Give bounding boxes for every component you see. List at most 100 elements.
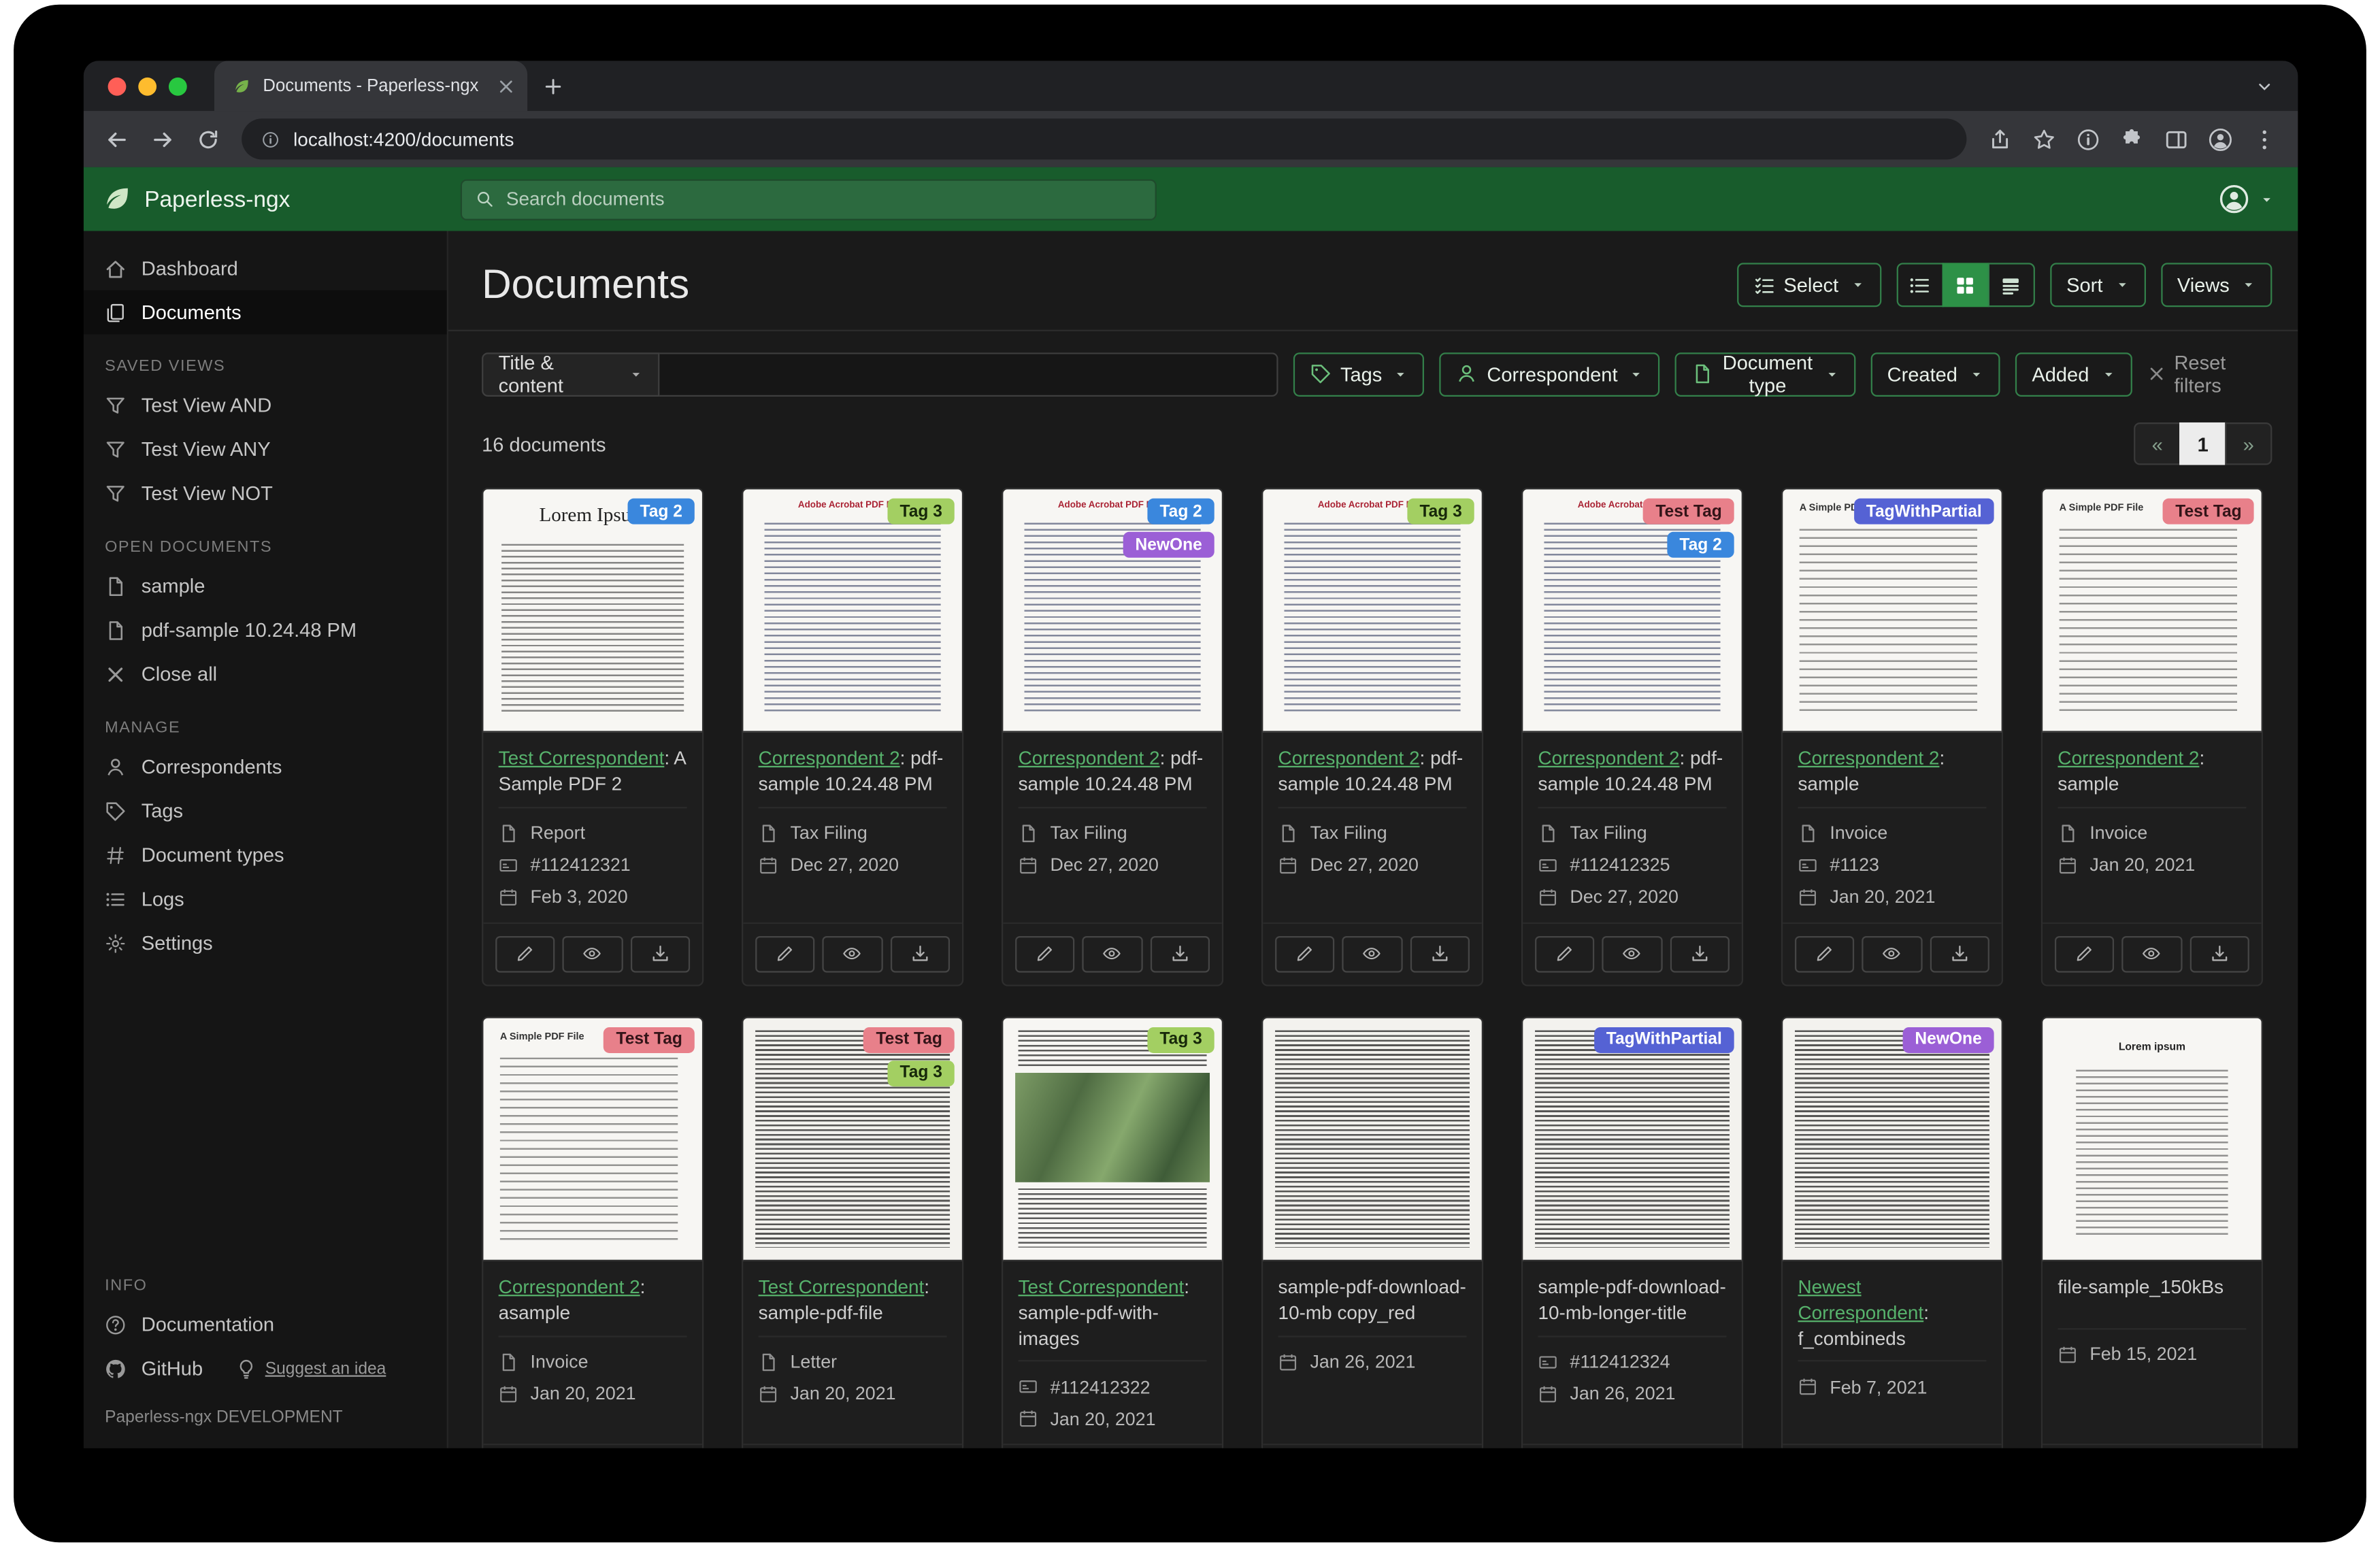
view-button[interactable] [2122,935,2182,972]
correspondent-link[interactable]: Test Correspondent [759,1276,925,1297]
edit-button[interactable] [1795,935,1855,972]
correspondent-link[interactable]: Correspondent 2 [1019,748,1160,769]
views-button[interactable]: Views [2160,263,2272,307]
search-field-dropdown[interactable]: Title & content [482,352,660,396]
sidebar-item-pdf-sample-10-24-48-pm[interactable]: pdf-sample 10.24.48 PM [84,608,447,652]
document-thumbnail[interactable] [1263,1018,1482,1261]
tag-badge[interactable]: NewOne [1123,532,1214,558]
view-button[interactable] [563,935,623,972]
tag-badge[interactable]: Tag 3 [1148,1027,1214,1052]
download-button[interactable] [1670,935,1730,972]
sidebar-item-sample[interactable]: sample [84,564,447,608]
document-thumbnail[interactable]: Adobe Acrobat PDF FilesTest TagTag 2 [1523,489,1742,732]
tag-badge[interactable]: Tag 2 [628,499,695,525]
tag-badge[interactable]: Tag 3 [888,499,955,525]
sort-button[interactable]: Sort [2050,263,2145,307]
correspondent-link[interactable]: Correspondent 2 [1798,748,1939,769]
pagination-prev-button[interactable]: « [2134,422,2181,465]
pagination-next-button[interactable]: » [2225,422,2272,465]
reset-filters-button[interactable]: Reset filters [2147,351,2272,397]
list-view-button[interactable] [1896,263,1943,307]
document-thumbnail[interactable]: A Simple PDF FileTest Tag [483,1018,702,1261]
document-thumbnail[interactable]: A Simple PDF FileTest Tag [2043,489,2262,732]
tab-close-icon[interactable] [497,77,515,95]
tag-badge[interactable]: Tag 3 [1408,499,1474,525]
app-brand[interactable]: Paperless-ngx [84,184,461,214]
sidebar-item-documents[interactable]: Documents [84,290,447,335]
sidebar-item-test-view-and[interactable]: Test View AND [84,383,447,427]
correspondent-link[interactable]: Test Correspondent [1019,1276,1185,1297]
pagination-page-1-button[interactable]: 1 [2179,422,2226,465]
view-button[interactable] [1862,935,1922,972]
site-info-icon[interactable] [261,130,280,148]
correspondent-link[interactable]: Test Correspondent [499,748,665,769]
sidebar-item-test-view-not[interactable]: Test View NOT [84,471,447,515]
sidebar-item-test-view-any[interactable]: Test View ANY [84,427,447,471]
download-button[interactable] [2189,935,2249,972]
tag-badge[interactable]: TagWithPartial [1594,1027,1734,1052]
correspondent-link[interactable]: Correspondent 2 [2057,748,2199,769]
tag-badge[interactable]: Test Tag [864,1027,955,1052]
correspondent-link[interactable]: Correspondent 2 [1278,748,1420,769]
edit-button[interactable] [1275,935,1335,972]
tag-badge[interactable]: Test Tag [1644,499,1734,525]
sidebar-item-settings[interactable]: Settings [84,921,447,965]
extensions-icon[interactable] [2120,127,2145,152]
tag-badge[interactable]: TagWithPartial [1854,499,1994,525]
sidebar-suggest-idea-link[interactable]: Suggest an idea [236,1358,386,1379]
download-button[interactable] [1410,935,1470,972]
zoom-window-button[interactable] [169,77,187,95]
tag-badge[interactable]: Test Tag [604,1027,695,1052]
select-button[interactable]: Select [1736,263,1881,307]
detail-view-button[interactable] [1987,263,2034,307]
close-window-button[interactable] [108,77,127,95]
address-bar[interactable]: localhost:4200/documents [242,118,1966,159]
side-panel-icon[interactable] [2164,127,2189,152]
share-icon[interactable] [1988,127,2013,152]
tag-badge[interactable]: Test Tag [2163,499,2253,525]
browser-tab[interactable]: Documents - Paperless-ngx [214,61,527,111]
view-button[interactable] [823,935,882,972]
view-button[interactable] [1082,935,1142,972]
filter-created-button[interactable]: Created [1870,352,2000,396]
edit-button[interactable] [1535,935,1595,972]
sidebar-item-document-types[interactable]: Document types [84,833,447,877]
filter-document-type-button[interactable]: Document type [1675,352,1855,396]
reload-button[interactable] [196,127,220,152]
filter-correspondent-button[interactable]: Correspondent [1440,352,1660,396]
user-menu[interactable] [2219,184,2273,214]
view-button[interactable] [1602,935,1662,972]
edit-button[interactable] [495,935,555,972]
sidebar-item-close-all[interactable]: Close all [84,652,447,696]
new-tab-button[interactable] [542,76,563,97]
forward-button[interactable] [150,127,175,152]
tag-badge[interactable]: Tag 2 [1668,532,1734,558]
grid-view-button[interactable] [1942,263,1989,307]
edit-button[interactable] [755,935,815,972]
correspondent-link[interactable]: Correspondent 2 [499,1276,640,1297]
filter-added-button[interactable]: Added [2015,352,2132,396]
sidebar-item-tags[interactable]: Tags [84,788,447,833]
tab-list-chevron-icon[interactable] [2255,77,2274,95]
download-button[interactable] [630,935,690,972]
global-search-input[interactable] [506,188,1142,210]
sidebar-item-github[interactable]: GitHubSuggest an idea [84,1346,447,1391]
page-status-icon[interactable] [2076,127,2100,152]
document-thumbnail[interactable]: NewOne [1783,1018,2002,1261]
document-thumbnail[interactable]: Lorem IpsumTag 2 [483,489,702,732]
tag-badge[interactable]: Tag 2 [1148,499,1214,525]
correspondent-link[interactable]: Correspondent 2 [1538,748,1680,769]
browser-menu-icon[interactable] [2252,127,2277,152]
bookmark-star-icon[interactable] [2032,127,2056,152]
sidebar-item-logs[interactable]: Logs [84,877,447,921]
download-button[interactable] [1930,935,1989,972]
edit-button[interactable] [2055,935,2115,972]
download-button[interactable] [890,935,950,972]
minimize-window-button[interactable] [138,77,156,95]
document-thumbnail[interactable]: Test TagTag 3 [743,1018,962,1261]
sidebar-item-correspondents[interactable]: Correspondents [84,745,447,789]
filter-text-input[interactable] [660,352,1278,396]
filter-tags-button[interactable]: Tags [1293,352,1425,396]
correspondent-link[interactable]: Correspondent 2 [759,748,900,769]
sidebar-item-dashboard[interactable]: Dashboard [84,246,447,290]
